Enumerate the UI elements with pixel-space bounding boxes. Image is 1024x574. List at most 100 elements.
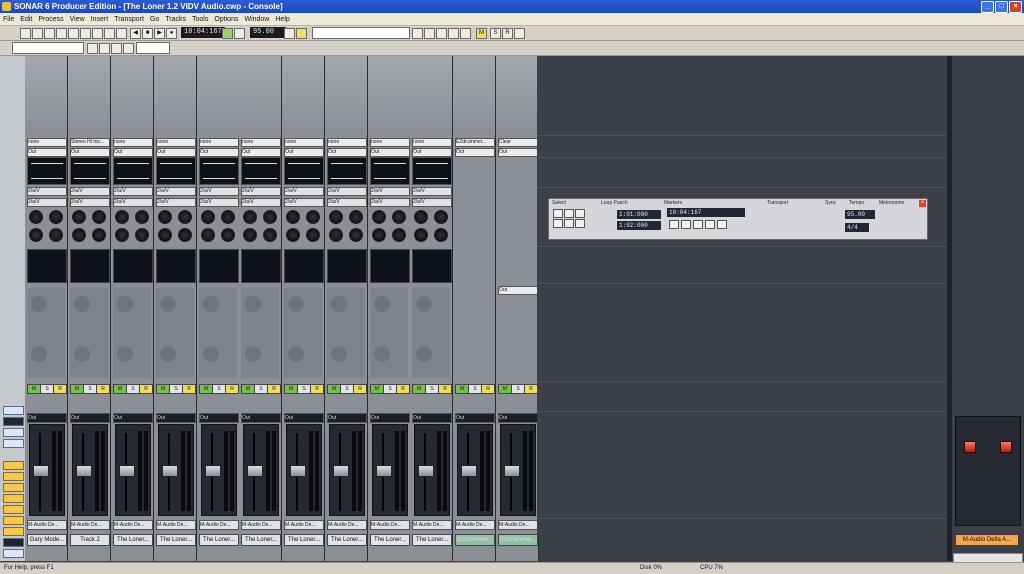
eq-display[interactable]	[199, 157, 239, 185]
eq-display[interactable]	[241, 157, 281, 185]
volume-fader[interactable]	[119, 465, 135, 477]
close-button[interactable]: ×	[1009, 1, 1022, 13]
plugin-knob[interactable]	[74, 296, 90, 312]
wide-view-button[interactable]	[3, 439, 24, 448]
menu-item[interactable]: Go	[147, 16, 162, 23]
track-name[interactable]: The Loner...	[412, 534, 452, 546]
send-pan-knob[interactable]	[49, 210, 63, 224]
solo-button[interactable]: S	[468, 384, 482, 394]
menu-item[interactable]: Edit	[17, 16, 35, 23]
marker-button[interactable]: M	[476, 28, 487, 39]
width-knob[interactable]	[306, 228, 320, 242]
eq-display[interactable]	[156, 157, 196, 185]
send-row[interactable]: 2/a/V	[113, 187, 153, 196]
input-selector[interactable]: none	[156, 138, 196, 147]
send-pan-knob[interactable]	[178, 210, 192, 224]
menu-item[interactable]: Options	[211, 16, 241, 23]
plugin-knob[interactable]	[288, 296, 304, 312]
narrow-view-button[interactable]	[3, 428, 24, 437]
send-row[interactable]: 2/a/V	[27, 187, 67, 196]
track-name[interactable]: Ezdrummer...	[455, 534, 495, 546]
arm-button[interactable]: R	[96, 384, 110, 394]
snap-icon[interactable]	[424, 28, 435, 39]
input-selector[interactable]: none	[412, 138, 452, 147]
bus-selector[interactable]: Out	[498, 413, 538, 423]
erase-tool-icon[interactable]	[111, 43, 122, 54]
transport-record[interactable]	[705, 220, 715, 229]
send-row[interactable]: 2/a/V	[70, 198, 110, 207]
eq-display[interactable]	[70, 157, 110, 185]
bus-selector[interactable]: Out	[455, 413, 495, 423]
send-level-knob[interactable]	[72, 210, 86, 224]
width-knob[interactable]	[221, 228, 235, 242]
snap-dropdown[interactable]	[136, 42, 170, 54]
plugin-knob[interactable]	[160, 346, 176, 362]
output-selector[interactable]: Out	[113, 148, 153, 157]
output-selector[interactable]: Out	[498, 148, 538, 157]
trim-knob[interactable]	[158, 228, 172, 242]
solo-button[interactable]: S	[254, 384, 268, 394]
input-selector[interactable]: none	[284, 138, 324, 147]
bus-selector[interactable]: Out	[241, 413, 281, 423]
send-level-knob[interactable]	[286, 210, 300, 224]
bus-selector[interactable]: Out	[370, 413, 410, 423]
volume-fader[interactable]	[290, 465, 306, 477]
bus-selector[interactable]: Out	[412, 413, 452, 423]
volume-fader[interactable]	[76, 465, 92, 477]
plugin-knob[interactable]	[374, 296, 390, 312]
solo-button[interactable]: S	[340, 384, 354, 394]
open-icon[interactable]	[32, 28, 43, 39]
record-icon[interactable]: ●	[166, 28, 177, 39]
plugin-knob[interactable]	[374, 346, 390, 362]
width-knob[interactable]	[263, 228, 277, 242]
fx-bin[interactable]	[370, 249, 410, 283]
send-level-knob[interactable]	[158, 210, 172, 224]
mute-tool-icon[interactable]	[123, 43, 134, 54]
arm-button[interactable]: R	[53, 384, 67, 394]
loop-icon[interactable]	[222, 28, 233, 39]
track-name[interactable]: The Loner...	[199, 534, 239, 546]
trim-knob[interactable]	[115, 228, 129, 242]
menu-item[interactable]: Process	[35, 16, 66, 23]
send-row[interactable]: 2/a/V	[284, 198, 324, 207]
width-knob[interactable]	[349, 228, 363, 242]
arm-button[interactable]: R	[139, 384, 153, 394]
fx-bin[interactable]	[241, 249, 281, 283]
master-name[interactable]: M-Audio Delta A...	[955, 534, 1019, 546]
play-icon[interactable]: ▶	[154, 28, 165, 39]
mute-button[interactable]: M	[27, 384, 41, 394]
input-selector[interactable]: none	[370, 138, 410, 147]
transport-ff[interactable]	[717, 220, 727, 229]
output-selector[interactable]: Out	[455, 148, 495, 157]
output-label[interactable]: M-Audio De...	[327, 520, 367, 530]
input-selector[interactable]: EZdrummer...	[455, 138, 495, 147]
eq-display[interactable]	[370, 157, 410, 185]
arm-button[interactable]: R	[524, 384, 538, 394]
grid-icon[interactable]	[436, 28, 447, 39]
rewind-icon[interactable]: ◀	[130, 28, 141, 39]
layout-dropdown[interactable]	[12, 42, 84, 54]
draw-icon[interactable]	[460, 28, 471, 39]
send-row[interactable]: 2/a/V	[156, 187, 196, 196]
track-name[interactable]: The Loner...	[241, 534, 281, 546]
send-row[interactable]: 2/a/V	[241, 187, 281, 196]
bus-selector[interactable]: Out	[199, 413, 239, 423]
track-name[interactable]: Ezdrummer...	[498, 534, 538, 546]
stop-icon[interactable]: ■	[142, 28, 153, 39]
output-selector[interactable]: Out	[27, 148, 67, 157]
send-pan-knob[interactable]	[349, 210, 363, 224]
send-level-knob[interactable]	[372, 210, 386, 224]
plugin-knob[interactable]	[117, 296, 133, 312]
transport-rewind[interactable]	[669, 220, 679, 229]
mute-button[interactable]: M	[498, 384, 512, 394]
output-label[interactable]: M-Audio De...	[498, 520, 538, 530]
send-pan-knob[interactable]	[392, 210, 406, 224]
menu-item[interactable]: File	[0, 16, 17, 23]
volume-fader[interactable]	[504, 465, 520, 477]
send-row[interactable]: Out	[498, 286, 538, 295]
master-fader-left[interactable]	[964, 441, 976, 453]
mute-button[interactable]: M	[284, 384, 298, 394]
track-name[interactable]: Gary Mode...	[27, 534, 67, 546]
solo-button[interactable]: S	[511, 384, 525, 394]
tempo-down-icon[interactable]	[284, 28, 295, 39]
